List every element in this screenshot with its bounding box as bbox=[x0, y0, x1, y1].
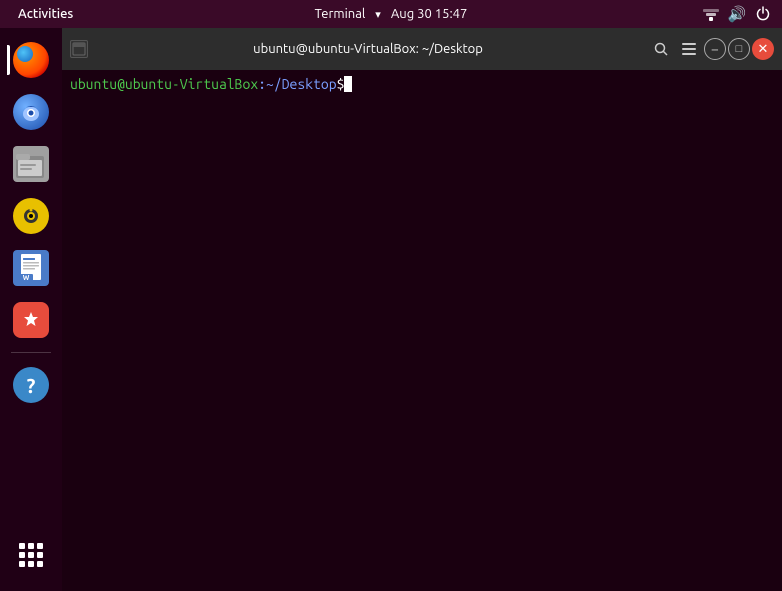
software-icon bbox=[13, 302, 49, 338]
prompt-dollar: $ bbox=[337, 76, 345, 92]
top-bar-right: 🔊 bbox=[702, 5, 772, 23]
close-button[interactable]: ✕ bbox=[752, 38, 774, 60]
sidebar-divider bbox=[11, 352, 51, 353]
maximize-button[interactable]: □ bbox=[728, 38, 750, 60]
firefox-icon bbox=[13, 42, 49, 78]
datetime: Aug 30 15:47 bbox=[391, 7, 468, 21]
rhythmbox-icon bbox=[13, 198, 49, 234]
titlebar-center: ubuntu@ubuntu-VirtualBox: ~/Desktop bbox=[88, 42, 648, 56]
writer-icon: W bbox=[13, 250, 49, 286]
prompt-path: :~/Desktop bbox=[258, 76, 336, 92]
svg-text:W: W bbox=[23, 274, 30, 282]
files-icon bbox=[13, 146, 49, 182]
prompt-user: ubuntu@ubuntu-VirtualBox bbox=[70, 76, 258, 92]
volume-icon[interactable]: 🔊 bbox=[728, 5, 746, 23]
grid-dots-icon bbox=[19, 543, 43, 567]
power-icon[interactable] bbox=[754, 5, 772, 23]
terminal-tab-icon bbox=[70, 40, 88, 58]
sidebar-item-rhythmbox[interactable] bbox=[7, 192, 55, 240]
active-indicator bbox=[7, 45, 10, 75]
sidebar-item-firefox[interactable] bbox=[7, 36, 55, 84]
activities-button[interactable]: Activities bbox=[10, 5, 81, 23]
sidebar-item-writer[interactable]: W bbox=[7, 244, 55, 292]
active-app-label[interactable]: Terminal bbox=[315, 7, 366, 21]
thunderbird-icon bbox=[13, 94, 49, 130]
minimize-button[interactable]: − bbox=[704, 38, 726, 60]
titlebar-right: − □ ✕ bbox=[648, 36, 774, 62]
sidebar-item-help[interactable]: ? bbox=[7, 361, 55, 409]
active-app-arrow: ▾ bbox=[375, 8, 381, 21]
sidebar-item-thunderbird[interactable] bbox=[7, 88, 55, 136]
terminal-window: ubuntu@ubuntu-VirtualBox: ~/Desktop bbox=[62, 28, 782, 591]
sidebar-item-files[interactable] bbox=[7, 140, 55, 188]
titlebar-left bbox=[70, 40, 88, 58]
sidebar: W ? bbox=[0, 28, 62, 591]
terminal-titlebar: ubuntu@ubuntu-VirtualBox: ~/Desktop bbox=[62, 28, 782, 70]
search-button[interactable] bbox=[648, 36, 674, 62]
sidebar-item-software[interactable] bbox=[7, 296, 55, 344]
network-icon[interactable] bbox=[702, 5, 720, 23]
menu-button[interactable] bbox=[676, 36, 702, 62]
terminal-title: ubuntu@ubuntu-VirtualBox: ~/Desktop bbox=[253, 42, 483, 56]
top-bar-center: Terminal ▾ Aug 30 15:47 bbox=[315, 0, 468, 28]
help-icon: ? bbox=[13, 367, 49, 403]
terminal-content[interactable]: ubuntu@ubuntu-VirtualBox :~/Desktop $ bbox=[62, 70, 782, 591]
prompt-line: ubuntu@ubuntu-VirtualBox :~/Desktop $ bbox=[70, 76, 774, 92]
hamburger-icon bbox=[678, 39, 700, 59]
cursor bbox=[344, 76, 352, 92]
top-bar-left: Activities bbox=[10, 5, 81, 23]
top-bar: Activities Terminal ▾ Aug 30 15:47 🔊 bbox=[0, 0, 782, 28]
sidebar-bottom bbox=[7, 531, 55, 579]
show-apps-button[interactable] bbox=[7, 531, 55, 579]
